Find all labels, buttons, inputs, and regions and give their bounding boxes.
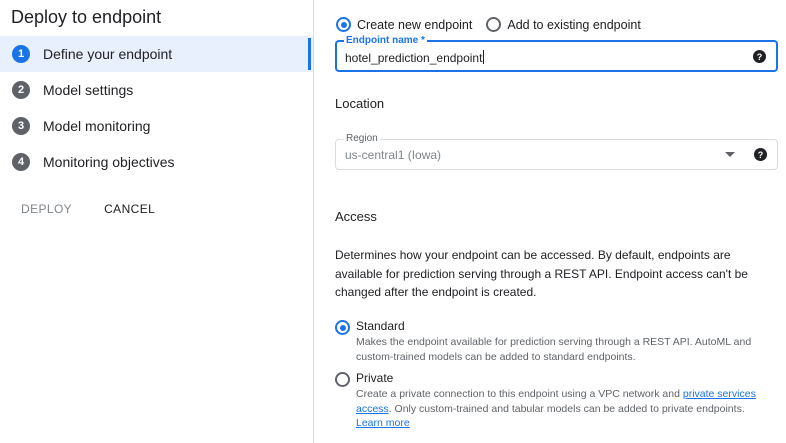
help-icon[interactable]: ?: [753, 50, 766, 63]
endpoint-name-value: hotel_prediction_endpoint: [345, 51, 483, 65]
access-standard-option[interactable]: Standard Makes the endpoint available fo…: [335, 319, 774, 364]
add-existing-label: Add to existing endpoint: [507, 17, 641, 32]
private-description: Create a private connection to this endp…: [356, 387, 774, 431]
text-caret: [483, 50, 485, 64]
step-number-badge: 1: [12, 45, 30, 63]
standard-description: Makes the endpoint available for predict…: [356, 336, 752, 363]
add-existing-endpoint-option[interactable]: Add to existing endpoint: [486, 17, 641, 32]
action-bar: DEPLOY CANCEL: [21, 202, 155, 216]
access-description: Determines how your endpoint can be acce…: [335, 248, 748, 299]
radio-create-new[interactable]: [336, 17, 351, 32]
learn-more-link[interactable]: Learn more: [356, 417, 410, 429]
step-define-endpoint[interactable]: 1 Define your endpoint: [0, 36, 313, 72]
private-desc-text-2: . Only custom-trained and tabular models…: [388, 402, 745, 415]
step-label: Define your endpoint: [43, 46, 173, 62]
region-label: Region: [344, 133, 380, 144]
help-icon[interactable]: ?: [754, 148, 767, 161]
step-monitoring-objectives[interactable]: 4 Monitoring objectives: [0, 144, 313, 180]
private-title: Private: [356, 371, 394, 385]
standard-title: Standard: [356, 319, 405, 333]
endpoint-name-field[interactable]: Endpoint name * hotel_prediction_endpoin…: [335, 35, 778, 72]
private-desc-text: Create a private connection to this endp…: [356, 388, 683, 400]
access-private-option[interactable]: Private Create a private connection to t…: [335, 371, 774, 431]
create-new-endpoint-option[interactable]: Create new endpoint: [336, 17, 472, 32]
step-label: Model settings: [43, 82, 134, 98]
stepper-panel: Deploy to endpoint 1 Define your endpoin…: [0, 0, 313, 443]
region-value: us-central1 (Iowa): [345, 148, 442, 162]
region-select[interactable]: Region us-central1 (Iowa) ?: [335, 133, 778, 170]
location-heading: Location: [335, 96, 385, 111]
deploy-button[interactable]: DEPLOY: [21, 202, 72, 216]
create-new-label: Create new endpoint: [357, 17, 473, 32]
step-model-monitoring[interactable]: 3 Model monitoring: [0, 108, 313, 144]
endpoint-name-label: Endpoint name *: [344, 35, 427, 46]
radio-add-existing[interactable]: [486, 17, 502, 32]
step-list: 1 Define your endpoint 2 Model settings …: [0, 36, 313, 180]
endpoint-form: Create new endpoint Add to existing endp…: [314, 0, 786, 443]
step-model-settings[interactable]: 2 Model settings: [0, 72, 313, 108]
page-title: Deploy to endpoint: [11, 7, 162, 27]
endpoint-choice-group: Create new endpoint Add to existing endp…: [336, 17, 655, 32]
endpoint-name-input[interactable]: hotel_prediction_endpoint: [345, 50, 485, 65]
dropdown-arrow-icon[interactable]: [725, 152, 735, 157]
cancel-button[interactable]: CANCEL: [104, 202, 155, 216]
step-number-badge: 3: [12, 117, 30, 135]
step-number-badge: 2: [12, 81, 30, 99]
radio-private[interactable]: [335, 372, 350, 387]
step-label: Monitoring objectives: [43, 154, 175, 170]
access-heading: Access: [335, 209, 377, 224]
step-label: Model monitoring: [43, 118, 151, 134]
radio-standard[interactable]: [335, 320, 350, 335]
step-number-badge: 4: [12, 153, 30, 171]
